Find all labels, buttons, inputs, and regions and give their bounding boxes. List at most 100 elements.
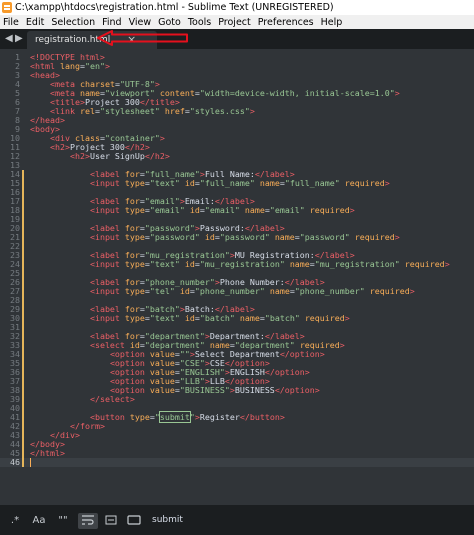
code-text: <input type="text" id="mu_registration" … bbox=[30, 260, 450, 269]
code-line[interactable]: 45 </html> bbox=[0, 449, 474, 458]
code-text: <input type="text" id="full_name" name="… bbox=[30, 179, 390, 188]
code-line[interactable]: 27 <input type="tel" id="phone_number" n… bbox=[0, 287, 474, 296]
modified-line-marker bbox=[22, 377, 24, 386]
code-line[interactable]: 8 </head> bbox=[0, 116, 474, 125]
code-token: id bbox=[179, 286, 190, 296]
code-line[interactable]: 21 <input type="password" id="password" … bbox=[0, 233, 474, 242]
code-token: name bbox=[269, 286, 290, 296]
modified-line-marker bbox=[22, 278, 24, 287]
modified-line-marker bbox=[22, 395, 24, 404]
code-text: </html> bbox=[30, 449, 65, 458]
code-token: "email" bbox=[204, 205, 240, 215]
code-token: Register bbox=[199, 412, 240, 422]
modified-line-marker bbox=[22, 305, 24, 314]
modified-line-marker bbox=[22, 251, 24, 260]
code-token: required bbox=[354, 232, 395, 242]
code-token: "text" bbox=[149, 178, 180, 188]
code-token: id bbox=[189, 205, 200, 215]
code-token: type bbox=[124, 205, 145, 215]
code-token: <h2> bbox=[69, 151, 90, 161]
code-line[interactable]: 44 </body> bbox=[0, 440, 474, 449]
modified-line-marker bbox=[22, 332, 24, 341]
case-sensitive-toggle[interactable]: Aa bbox=[29, 513, 49, 529]
code-token: > bbox=[349, 205, 355, 215]
code-line[interactable]: 2 <html lang="en"> bbox=[0, 62, 474, 71]
line-number: 46 bbox=[10, 457, 20, 467]
modified-line-marker bbox=[22, 359, 24, 368]
code-line[interactable]: 43 </div> bbox=[0, 431, 474, 440]
highlight-matches-toggle[interactable] bbox=[124, 513, 144, 529]
code-token: > bbox=[394, 88, 400, 98]
code-token: required bbox=[309, 205, 350, 215]
menu-preferences[interactable]: Preferences bbox=[258, 17, 314, 28]
in-selection-icon bbox=[105, 515, 117, 525]
code-token: type bbox=[124, 178, 145, 188]
regex-toggle[interactable]: .* bbox=[6, 513, 24, 529]
code-token: > bbox=[339, 340, 345, 350]
menu-project[interactable]: Project bbox=[218, 17, 251, 28]
whole-word-toggle[interactable]: "" bbox=[54, 513, 72, 529]
code-line[interactable]: 7 <link rel="stylesheet" href="styles.cs… bbox=[0, 107, 474, 116]
text-cursor bbox=[30, 458, 31, 467]
modified-line-marker bbox=[22, 323, 24, 332]
code-token: "mu_registration" bbox=[314, 259, 400, 269]
modified-line-marker bbox=[22, 197, 24, 206]
code-token: <input bbox=[89, 178, 125, 188]
code-text: <input type="email" id="email" name="ema… bbox=[30, 206, 355, 215]
code-token: </option> bbox=[279, 349, 325, 359]
modified-line-marker bbox=[22, 296, 24, 305]
code-token: value bbox=[149, 385, 175, 395]
menu-view[interactable]: View bbox=[129, 17, 152, 28]
modified-line-marker bbox=[22, 287, 24, 296]
code-editor[interactable]: 1 <!DOCTYPE html> 2 <html lang="en"> 3 <head>… bbox=[0, 49, 474, 505]
back-arrow-icon[interactable]: ◀ bbox=[5, 33, 13, 44]
code-token: "en" bbox=[84, 61, 105, 71]
menu-selection[interactable]: Selection bbox=[51, 17, 95, 28]
code-token: <input bbox=[89, 259, 125, 269]
modified-line-marker bbox=[22, 440, 24, 449]
code-token: type bbox=[124, 286, 145, 296]
code-line[interactable]: 46 bbox=[0, 458, 474, 467]
code-line[interactable]: 39 </select> bbox=[0, 395, 474, 404]
forward-arrow-icon[interactable]: ▶ bbox=[15, 33, 23, 44]
sublime-app-icon bbox=[2, 2, 12, 13]
code-token: id bbox=[184, 259, 195, 269]
code-line[interactable]: 30 <input type="text" id="batch" name="b… bbox=[0, 314, 474, 323]
code-token: "text" bbox=[149, 313, 180, 323]
code-token: "password" bbox=[219, 232, 270, 242]
code-text: <input type="text" id="batch" name="batc… bbox=[30, 314, 350, 323]
code-text: <h2>User SignUp</h2> bbox=[30, 152, 170, 161]
code-token: "full_name" bbox=[284, 178, 340, 188]
code-token: name bbox=[289, 259, 310, 269]
code-line[interactable]: 12 <h2>User SignUp</h2> bbox=[0, 152, 474, 161]
modified-line-marker bbox=[22, 449, 24, 458]
code-token: name bbox=[274, 232, 295, 242]
menu-find[interactable]: Find bbox=[102, 17, 121, 28]
code-token: > bbox=[344, 313, 350, 323]
find-input[interactable]: submit bbox=[147, 511, 469, 529]
modified-line-marker bbox=[22, 188, 24, 197]
menu-goto[interactable]: Goto bbox=[158, 17, 181, 28]
code-token: required bbox=[404, 259, 445, 269]
code-token: id bbox=[184, 313, 195, 323]
code-token: </select> bbox=[89, 394, 135, 404]
code-token: </option> bbox=[274, 385, 320, 395]
code-text bbox=[30, 458, 31, 467]
menu-help[interactable]: Help bbox=[321, 17, 343, 28]
in-selection-toggle[interactable] bbox=[102, 513, 120, 529]
code-line[interactable]: 15 <input type="text" id="full_name" nam… bbox=[0, 179, 474, 188]
wrap-toggle[interactable] bbox=[78, 513, 98, 529]
code-token: type bbox=[124, 313, 145, 323]
code-line[interactable]: 18 <input type="email" id="email" name="… bbox=[0, 206, 474, 215]
menu-edit[interactable]: Edit bbox=[26, 17, 44, 28]
code-token: </option> bbox=[264, 367, 310, 377]
modified-line-marker bbox=[22, 179, 24, 188]
menu-file[interactable]: File bbox=[3, 17, 19, 28]
menu-tools[interactable]: Tools bbox=[188, 17, 211, 28]
code-line[interactable]: 24 <input type="text" id="mu_registratio… bbox=[0, 260, 474, 269]
code-token: "stylesheet" bbox=[99, 106, 160, 116]
code-token: "phone_number" bbox=[194, 286, 265, 296]
